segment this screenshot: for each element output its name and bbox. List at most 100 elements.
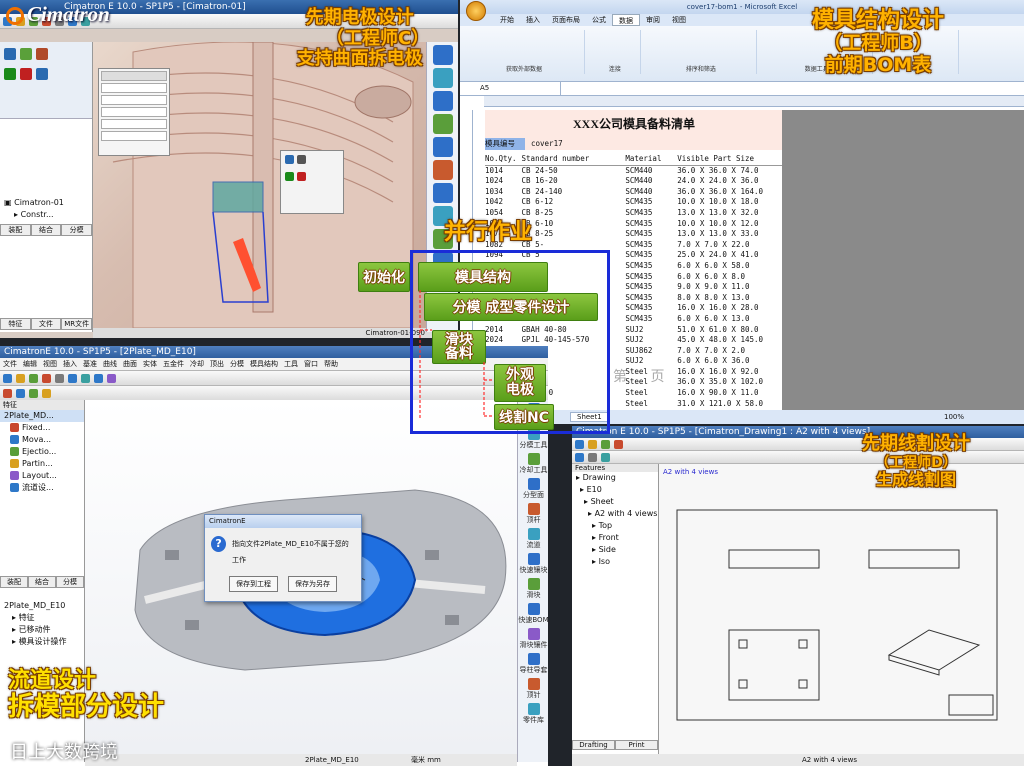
side-tool[interactable]: 顶针 <box>518 678 548 699</box>
drawing-tree-item[interactable]: ▸ Iso <box>572 556 658 568</box>
tab-parting[interactable]: 分模 <box>61 224 93 236</box>
dimension-icon[interactable] <box>575 452 584 462</box>
param-row[interactable] <box>101 119 167 129</box>
side-tool[interactable]: 顶杆 <box>518 503 548 524</box>
drawing-tree-item[interactable]: ▸ E10 <box>572 484 658 496</box>
drawing-tree-item[interactable]: ▸ Top <box>572 520 658 532</box>
ribbon-tab-data[interactable]: 数据 <box>612 14 640 26</box>
save-icon[interactable] <box>29 373 38 383</box>
menu-item[interactable]: 视图 <box>43 359 57 369</box>
office-button[interactable] <box>466 1 486 21</box>
open-icon[interactable] <box>16 373 25 383</box>
side-tool[interactable]: 导柱导套 <box>518 653 548 674</box>
side-tool[interactable]: 快速镶块 <box>518 553 548 574</box>
bom-row[interactable]: 101 4 CB 24-50 SCM440 36.0 X 36.0 X 74.0 <box>485 166 783 177</box>
ribbon-tab-formulas[interactable]: 公式 <box>586 14 612 26</box>
option-icon[interactable] <box>285 155 294 164</box>
ribbon-tab-insert[interactable]: 插入 <box>520 14 546 26</box>
menu-item[interactable]: 模具结构 <box>250 359 278 369</box>
tree-item[interactable]: Mova... <box>0 434 84 446</box>
tool-icon[interactable] <box>433 160 453 180</box>
name-box[interactable]: A5 <box>460 82 561 95</box>
formula-input[interactable] <box>561 82 1024 95</box>
open-icon[interactable] <box>588 439 597 449</box>
drawing-tree-item[interactable]: ▸ Front <box>572 532 658 544</box>
menu-item[interactable]: 文件 <box>3 359 17 369</box>
tab-features[interactable]: 特征 <box>0 318 31 330</box>
save-as-button[interactable]: 保存为另存 <box>288 576 337 592</box>
tool-icon[interactable] <box>433 91 453 111</box>
lower-tree-item[interactable]: ▸ 模具设计操作 <box>0 636 84 648</box>
side-tool[interactable]: 冷却工具 <box>518 453 548 474</box>
tree-item[interactable]: 流道设... <box>0 482 84 494</box>
pick-icon[interactable] <box>16 388 25 398</box>
tool-icon[interactable] <box>433 183 453 203</box>
redo-icon[interactable] <box>55 373 64 383</box>
drawing-tree-item[interactable]: ▸ Side <box>572 544 658 556</box>
drawing-tree-item[interactable]: ▸ Drawing <box>572 472 658 484</box>
lower-tree-item[interactable]: ▸ 已移动件 <box>0 624 84 636</box>
side-tool[interactable]: 零件库 <box>518 703 548 724</box>
param-row[interactable] <box>101 131 167 141</box>
tree-item[interactable]: Ejectio... <box>0 446 84 458</box>
new-icon[interactable] <box>575 439 584 449</box>
option-icon[interactable] <box>297 155 306 164</box>
line-icon[interactable] <box>588 452 597 462</box>
param-row[interactable] <box>101 83 167 93</box>
undo-icon[interactable] <box>42 373 51 383</box>
view-icon[interactable] <box>94 373 103 383</box>
bom-row[interactable]: 104 2 CB 6-12 SCM435 10.0 X 10.0 X 18.0 <box>485 197 783 208</box>
tab-assembly[interactable]: 装配 <box>0 224 31 236</box>
text-icon[interactable] <box>601 452 610 462</box>
menu-item[interactable]: 五金件 <box>163 359 184 369</box>
menu-item[interactable]: 基准 <box>83 359 97 369</box>
save-to-project-button[interactable]: 保存到工程 <box>229 576 278 592</box>
tool-icon[interactable] <box>433 45 453 65</box>
tool-icon[interactable] <box>433 68 453 88</box>
tool-icon[interactable] <box>433 137 453 157</box>
tab-combine[interactable]: 结合 <box>28 576 56 588</box>
tab-parting[interactable]: 分模 <box>56 576 84 588</box>
param-row[interactable] <box>101 71 167 81</box>
mold-value[interactable]: cover17 <box>525 138 611 150</box>
tree-item[interactable]: Fixed... <box>0 422 84 434</box>
menu-item[interactable]: 实体 <box>143 359 157 369</box>
remove-icon[interactable] <box>36 48 48 60</box>
tab-files[interactable]: 文件 <box>30 318 62 330</box>
menu-item[interactable]: 插入 <box>63 359 77 369</box>
ribbon-tab-review[interactable]: 审阅 <box>640 14 666 26</box>
lower-tree-root[interactable]: 2Plate_MD_E10 <box>0 600 84 612</box>
lower-tree-item[interactable]: ▸ 特征 <box>0 612 84 624</box>
tree-item[interactable]: Layout... <box>0 470 84 482</box>
save-icon[interactable] <box>601 439 610 449</box>
ribbon-tab-layout[interactable]: 页面布局 <box>546 14 586 26</box>
ribbon-tab-home[interactable]: 开始 <box>494 14 520 26</box>
rotate-icon[interactable] <box>81 373 90 383</box>
side-tool[interactable]: 滑块 <box>518 578 548 599</box>
zoom-icon[interactable] <box>68 373 77 383</box>
tab-assembly[interactable]: 装配 <box>0 576 28 588</box>
menu-item[interactable]: 曲面 <box>123 359 137 369</box>
tree-root[interactable]: 2Plate_MD... <box>0 410 84 422</box>
shade-icon[interactable] <box>107 373 116 383</box>
bom-row[interactable]: 103 4 CB 24-140 SCM440 36.0 X 36.0 X 164.0 <box>485 187 783 198</box>
tab-print[interactable]: Print <box>615 740 658 750</box>
menu-item[interactable]: 帮助 <box>324 359 338 369</box>
tree-child[interactable]: ▸ Constr... <box>0 209 92 221</box>
side-tool[interactable]: 分型面 <box>518 478 548 499</box>
undo-icon[interactable] <box>614 439 623 449</box>
drawing-tree-item[interactable]: ▸ Sheet <box>572 496 658 508</box>
select-icon[interactable] <box>4 48 16 60</box>
zoom-level[interactable]: 100% <box>944 410 964 424</box>
menu-item[interactable]: 窗口 <box>304 359 318 369</box>
cancel-icon[interactable] <box>20 68 32 80</box>
layer-icon[interactable] <box>29 388 38 398</box>
tab-mr-files[interactable]: MR文件 <box>61 318 93 330</box>
menu-item[interactable]: 分模 <box>230 359 244 369</box>
param-row[interactable] <box>101 95 167 105</box>
bom-row[interactable]: 102 4 CB 16-20 SCM440 24.0 X 24.0 X 36.0 <box>485 176 783 187</box>
tab-combine[interactable]: 结合 <box>30 224 62 236</box>
param-row[interactable] <box>101 107 167 117</box>
side-tool[interactable]: 快速BOM <box>518 603 548 624</box>
add-icon[interactable] <box>20 48 32 60</box>
